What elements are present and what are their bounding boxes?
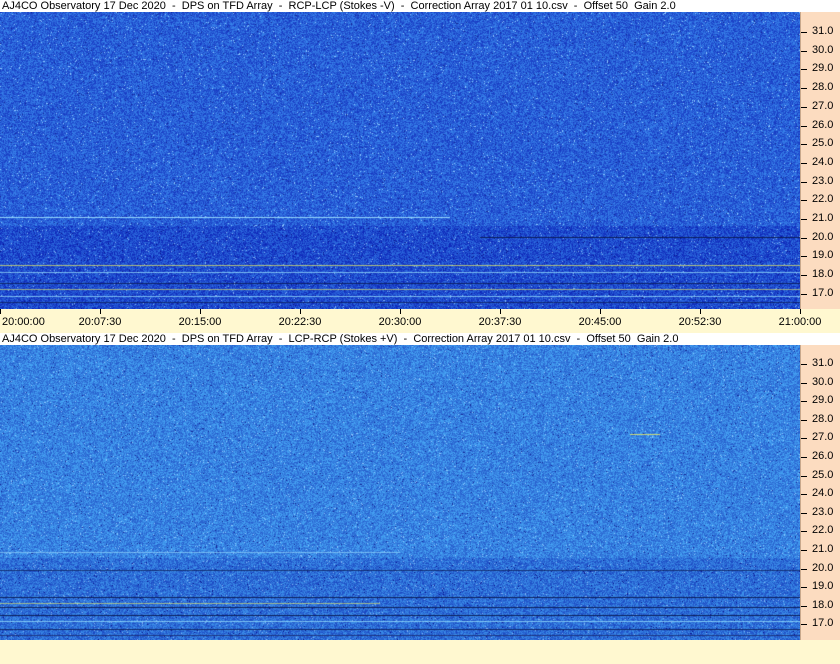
bottom-strip [0, 640, 840, 664]
freq-label: 26.0 [812, 450, 834, 462]
time-tick [800, 309, 801, 314]
freq-tick [801, 106, 807, 108]
time-tick [500, 309, 501, 314]
freq-tick [801, 382, 807, 384]
freq-tick [801, 275, 807, 277]
freq-label: 20.0 [812, 561, 834, 574]
freq-tick [801, 219, 807, 220]
panel-2-title: AJ4CO Observatory 17 Dec 2020 - DPS on T… [0, 333, 840, 345]
freq-label: 22.0 [812, 193, 834, 206]
freq-label: 28.0 [812, 412, 834, 425]
freq-tick [801, 69, 807, 71]
panel-1-frequency-axis: 31.0 30.0 29.0 28.0 27.0 26.0 25.0 24.0 23.0 22.0… [800, 12, 840, 309]
time-axis: 20:00:00 20:07:30 20:15:00 20:22:30 20:30:00… [0, 309, 840, 333]
time-label: 20:07:30 [78, 316, 122, 328]
freq-label: 21.0 [812, 543, 834, 555]
freq-label: 28.0 [812, 81, 834, 94]
freq-tick [801, 144, 807, 146]
freq-label: 29.0 [812, 62, 834, 75]
time-label: 20:30:00 [378, 316, 422, 328]
freq-tick [801, 438, 807, 440]
panel-1-title: AJ4CO Observatory 17 Dec 2020 - DPS on T… [0, 0, 840, 12]
freq-tick [801, 419, 807, 421]
freq-label: 19.0 [812, 580, 834, 593]
freq-label: 31.0 [812, 357, 834, 369]
freq-tick [801, 50, 807, 52]
time-label: 20:45:00 [578, 316, 622, 328]
freq-label: 21.0 [812, 212, 834, 224]
time-label: 21:00:00 [778, 316, 822, 328]
time-label: 20:15:00 [178, 316, 222, 328]
freq-label: 27.0 [812, 99, 834, 112]
freq-label: 25.0 [812, 137, 834, 150]
freq-tick [801, 494, 807, 496]
freq-tick [801, 293, 807, 295]
freq-tick [801, 475, 807, 477]
freq-tick [801, 605, 807, 607]
time-label: 20:22:30 [278, 316, 322, 328]
freq-label: 18.0 [812, 268, 834, 281]
freq-tick [801, 364, 807, 365]
freq-tick [801, 512, 807, 514]
freq-tick [801, 550, 807, 551]
freq-label: 26.0 [812, 118, 834, 131]
freq-label: 18.0 [812, 598, 834, 611]
freq-tick [801, 181, 807, 183]
freq-label: 30.0 [812, 43, 834, 56]
freq-label: 25.0 [812, 468, 834, 481]
freq-label: 31.0 [812, 25, 834, 37]
freq-label: 19.0 [812, 249, 834, 262]
freq-label: 24.0 [812, 155, 834, 168]
freq-label: 24.0 [812, 487, 834, 500]
freq-tick [801, 587, 807, 589]
time-label: 20:52:30 [678, 316, 722, 328]
freq-tick [801, 125, 807, 127]
freq-label: 27.0 [812, 431, 834, 444]
freq-tick [801, 162, 807, 164]
freq-label: 20.0 [812, 230, 834, 243]
time-label: 20:37:30 [478, 316, 522, 328]
time-tick [700, 309, 701, 314]
time-tick [100, 309, 101, 314]
freq-label: 23.0 [812, 174, 834, 187]
panel-1-spectrogram[interactable] [0, 12, 800, 309]
time-tick [0, 309, 1, 314]
time-label: 20:00:00 [2, 316, 45, 328]
time-tick [400, 309, 401, 314]
freq-tick [801, 531, 807, 533]
time-tick [600, 309, 601, 314]
freq-tick [801, 457, 807, 458]
time-tick [300, 309, 301, 314]
freq-label: 22.0 [812, 524, 834, 537]
freq-tick [801, 624, 807, 626]
freq-label: 30.0 [812, 375, 834, 388]
freq-label: 29.0 [812, 394, 834, 407]
freq-tick [801, 256, 807, 258]
freq-tick [801, 237, 807, 239]
panel-2-spectrogram[interactable] [0, 345, 800, 640]
freq-tick [801, 401, 807, 403]
panel-2-frequency-axis: 31.0 30.0 29.0 28.0 27.0 26.0 25.0 24.0 23.0 22.0… [800, 345, 840, 640]
freq-tick [801, 88, 807, 90]
freq-tick [801, 32, 807, 33]
freq-tick [801, 200, 807, 202]
freq-label: 23.0 [812, 505, 834, 518]
freq-tick [801, 568, 807, 570]
freq-label: 17.0 [812, 286, 834, 299]
time-tick [200, 309, 201, 314]
freq-label: 17.0 [812, 617, 834, 630]
